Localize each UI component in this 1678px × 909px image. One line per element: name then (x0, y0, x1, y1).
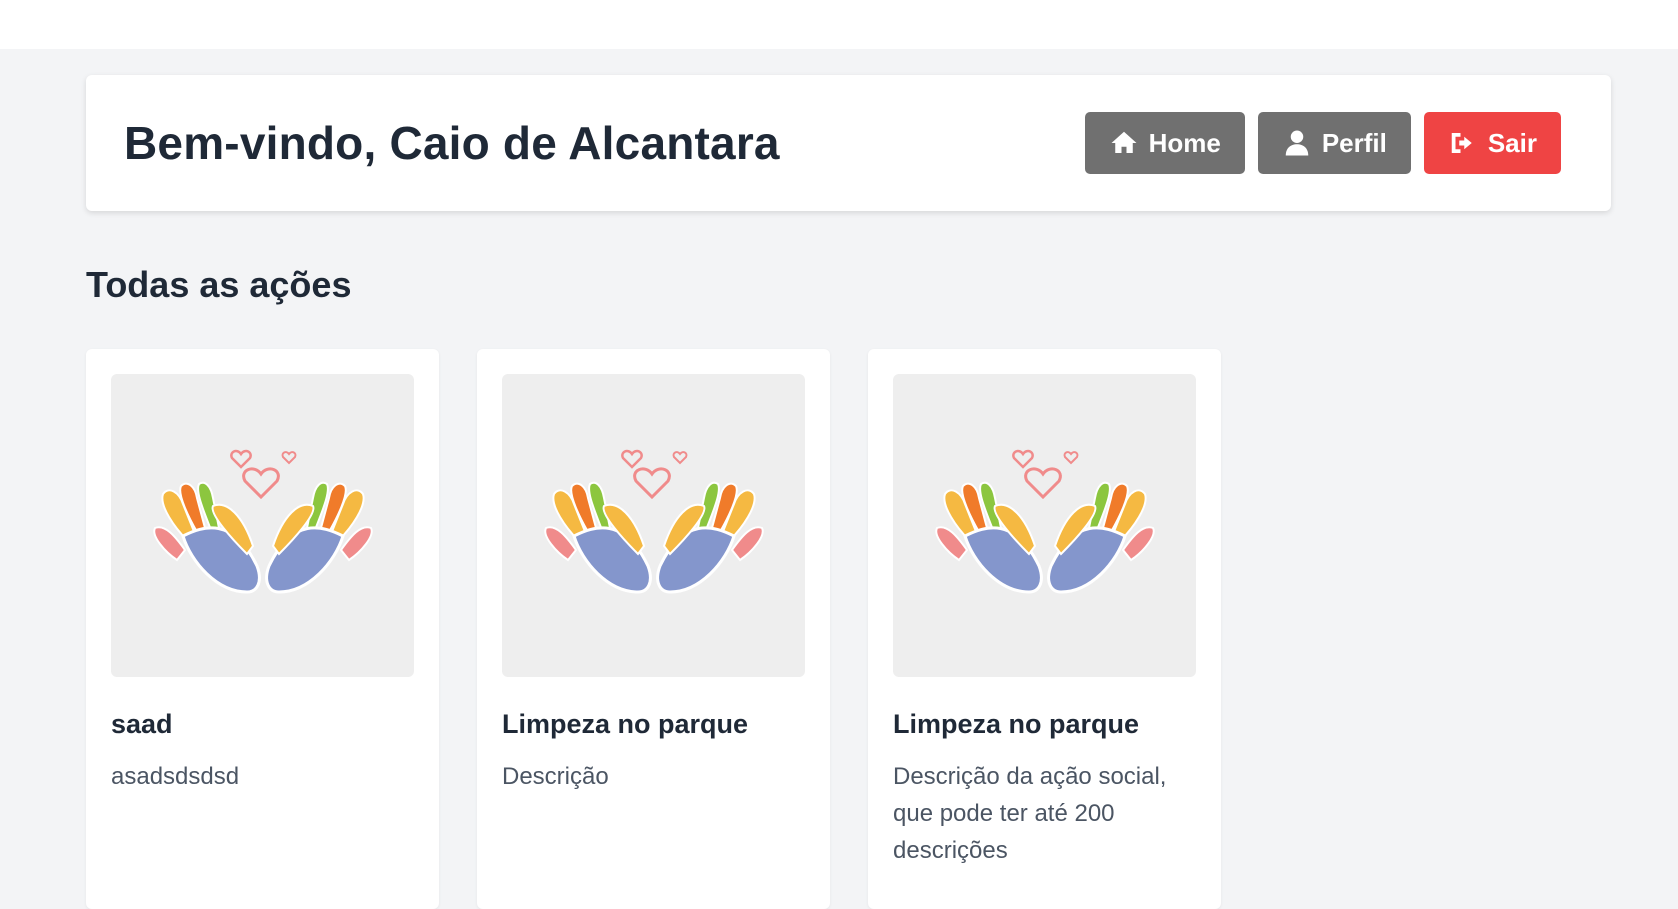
sign-out-icon (1451, 133, 1472, 153)
action-card[interactable]: Limpeza no parque Descrição (477, 349, 830, 909)
action-description: Descrição (502, 763, 609, 790)
action-description: Descrição da ação social, que pode ter a… (893, 763, 1167, 864)
logout-button[interactable]: Sair (1423, 112, 1561, 174)
profile-button[interactable]: Perfil (1257, 112, 1411, 174)
action-title: Limpeza no parque (502, 709, 749, 739)
action-card[interactable]: saad asadsdsdsd (86, 349, 439, 909)
nav-buttons: Home Perfil Sair (1084, 112, 1561, 174)
home-button[interactable]: Home (1084, 112, 1245, 174)
action-description: asadsdsdsd (111, 763, 240, 790)
action-cards: saad asadsdsdsd Limpeza no parque Descri… (86, 349, 1221, 909)
action-title: saad (111, 709, 173, 739)
top-bar (0, 0, 1678, 49)
user-icon (1285, 130, 1309, 156)
caring-hands-hearts-image (534, 436, 774, 616)
caring-hands-hearts-image (143, 436, 383, 616)
home-icon (1111, 131, 1137, 153)
caring-hands-hearts-image (925, 436, 1165, 616)
action-title: Limpeza no parque (893, 709, 1140, 739)
header-card: Bem-vindo, Caio de Alcantara Home Perfil… (86, 75, 1611, 211)
welcome-title: Bem-vindo, Caio de Alcantara (124, 117, 780, 169)
action-image (502, 374, 805, 677)
home-button-label: Home (1148, 127, 1221, 158)
action-image (893, 374, 1196, 677)
logout-button-label: Sair (1487, 127, 1537, 158)
section-title: Todas as ações (86, 264, 352, 305)
profile-button-label: Perfil (1321, 127, 1387, 158)
action-card[interactable]: Limpeza no parque Descrição da ação soci… (868, 349, 1221, 909)
action-image (111, 374, 414, 677)
